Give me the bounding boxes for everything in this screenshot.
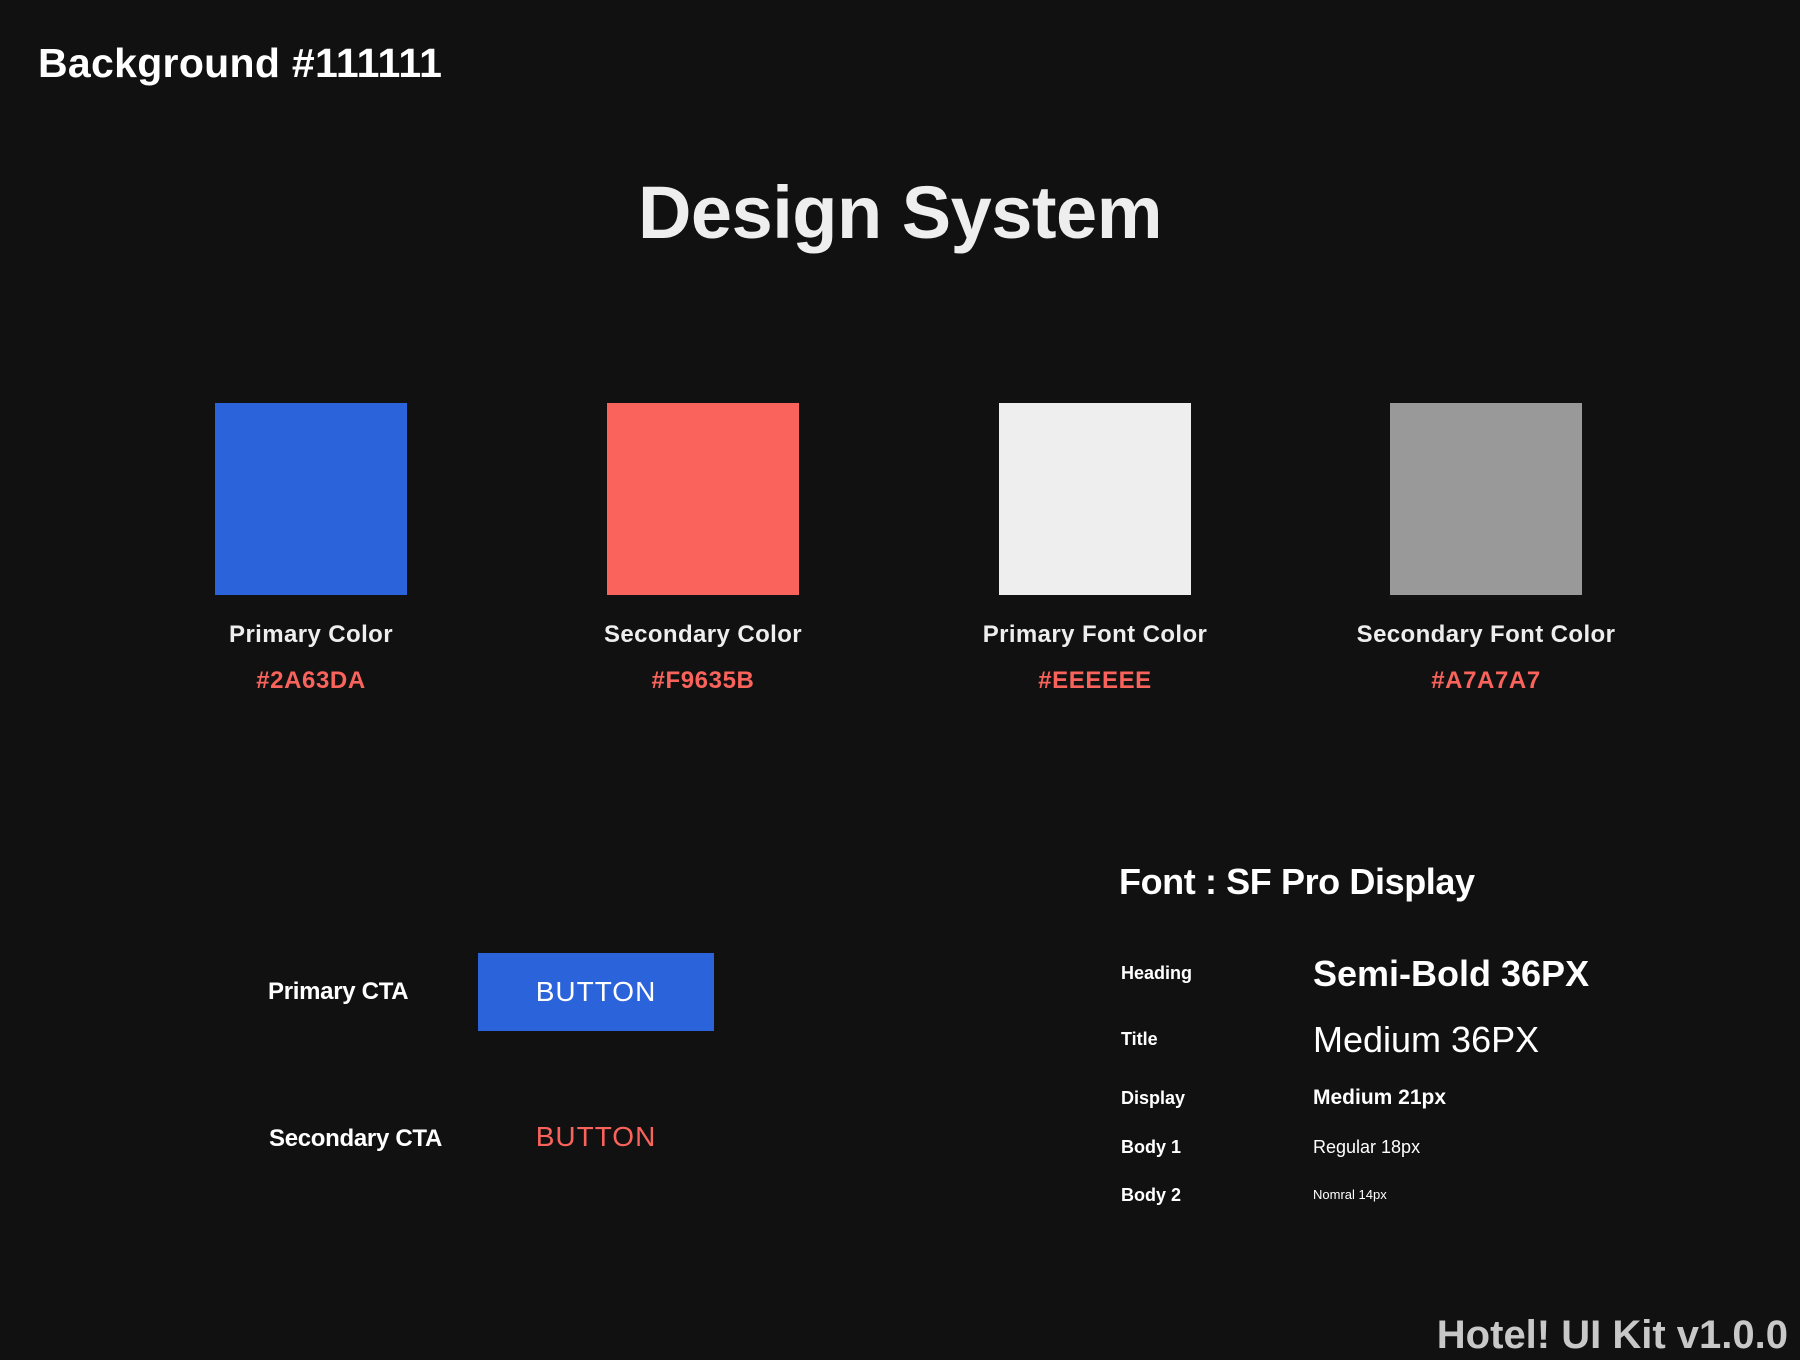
kit-version-label: Hotel! UI Kit v1.0.0 [1436, 1313, 1788, 1357]
secondary-cta-button[interactable]: BUTTON [478, 1102, 714, 1172]
primary-color-hex: #2A63DA [256, 667, 366, 694]
type-style-label-body-1: Body 1 [1121, 1137, 1182, 1157]
font-family-title: Font : SF Pro Display [1119, 861, 1475, 902]
primary-cta-button[interactable]: BUTTON [478, 953, 714, 1031]
primary-font-color-name: Primary Font Color [982, 621, 1208, 648]
primary-color-name: Primary Color [229, 621, 393, 648]
type-style-sample-title: Medium 36PX [1313, 1019, 1540, 1060]
secondary-color-name: Secondary Color [603, 621, 803, 648]
type-style-label-display: Display [1121, 1088, 1186, 1108]
secondary-cta-label: Secondary CTA [269, 1125, 443, 1152]
secondary-font-color-swatch [1390, 403, 1582, 595]
primary-font-color-swatch [999, 403, 1191, 595]
type-style-label-body-2: Body 2 [1121, 1185, 1182, 1205]
secondary-font-color-name: Secondary Font Color [1356, 621, 1616, 648]
type-style-label-title: Title [1121, 1029, 1158, 1049]
secondary-font-color-hex: #A7A7A7 [1431, 667, 1541, 694]
type-style-sample-heading: Semi-Bold 36PX [1313, 953, 1590, 994]
secondary-color-hex: #F9635B [651, 667, 755, 694]
secondary-color-swatch [607, 403, 799, 595]
color-card-secondary-font: Secondary Font Color #A7A7A7 [1326, 403, 1646, 695]
color-card-primary-font: Primary Font Color #EEEEEE [935, 403, 1255, 695]
page-title: Design System [637, 171, 1163, 254]
color-card-secondary: Secondary Color #F9635B [543, 403, 863, 695]
type-style-sample-display: Medium 21px [1313, 1086, 1447, 1109]
primary-font-color-hex: #EEEEEE [1038, 667, 1152, 694]
primary-color-swatch [215, 403, 407, 595]
color-card-primary: Primary Color #2A63DA [151, 403, 471, 695]
primary-cta-label: Primary CTA [268, 978, 409, 1005]
type-style-sample-body-2: Nomral 14px [1313, 1187, 1387, 1202]
type-style-sample-body-1: Regular 18px [1313, 1137, 1421, 1157]
background-color-label: Background #111111 [38, 40, 443, 86]
type-style-label-heading: Heading [1121, 963, 1193, 983]
